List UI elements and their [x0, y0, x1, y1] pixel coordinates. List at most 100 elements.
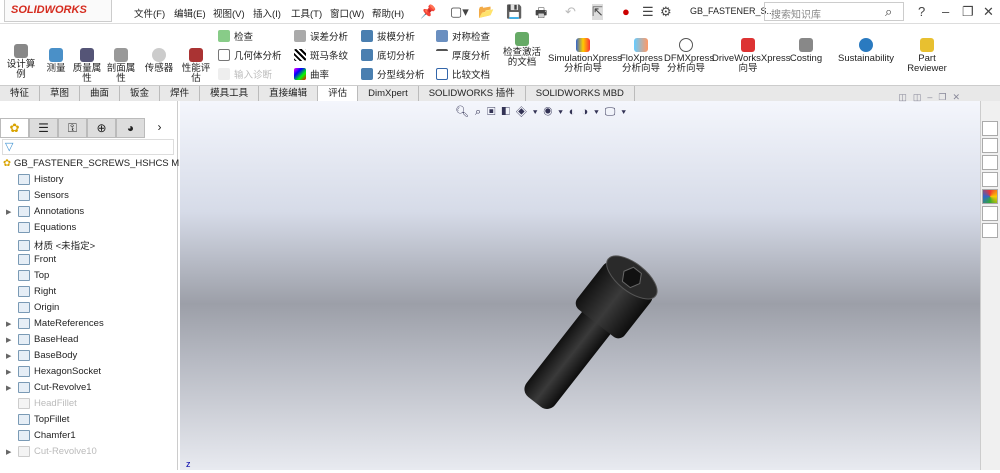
forum-icon[interactable]	[982, 223, 998, 238]
expand-arrow-icon[interactable]: ▶	[6, 448, 18, 456]
dfmxpress-button[interactable]: DFMXpress分析向导	[664, 38, 714, 74]
parting-line-analysis-button[interactable]: 分型线分析	[361, 67, 425, 81]
minimize-button[interactable]: –	[942, 4, 949, 19]
compare-documents-button[interactable]: 比较文档	[436, 67, 490, 81]
menu-insert[interactable]: 插入(I)	[253, 6, 281, 20]
tree-item[interactable]: 材质 <未指定>	[6, 238, 95, 252]
property-manager-tab-icon[interactable]: ☰	[29, 118, 58, 138]
menu-window[interactable]: 窗口(W)	[330, 6, 364, 20]
thickness-analysis-button[interactable]: 厚度分析	[436, 48, 490, 62]
undo-icon[interactable]: ↶	[565, 4, 576, 20]
menu-edit[interactable]: 编辑(E)	[174, 6, 206, 20]
tree-item[interactable]: Right	[6, 286, 56, 297]
section-properties-button[interactable]: 剖面属性	[106, 48, 136, 84]
view-palette-icon[interactable]	[982, 172, 998, 187]
search-icon[interactable]: ⌕	[885, 4, 892, 20]
custom-properties-icon[interactable]	[982, 206, 998, 221]
tab-sheet-metal[interactable]: 钣金	[120, 86, 161, 101]
deviation-analysis-button[interactable]: 误差分析	[294, 29, 348, 43]
print-icon[interactable]: 🖶	[535, 4, 547, 26]
check-active-document-button[interactable]: 检查激活的文档	[500, 32, 544, 68]
import-diagnostics-button[interactable]: 输入诊断	[218, 67, 272, 81]
tree-item[interactable]: ▶ MateReferences	[6, 318, 104, 329]
sustainability-button[interactable]: Sustainability	[836, 38, 896, 64]
file-explorer-icon[interactable]	[982, 155, 998, 170]
tree-item[interactable]: ▶ Cut-Revolve10	[6, 446, 97, 457]
solidworks-logo[interactable]: SOLIDWORKS	[4, 0, 112, 22]
tree-item[interactable]: ▶ BaseHead	[6, 334, 78, 345]
zebra-stripes-button[interactable]: 斑马条纹	[294, 48, 348, 62]
expand-arrow-icon[interactable]: ▶	[6, 320, 18, 328]
tree-item[interactable]: Equations	[6, 222, 76, 233]
tree-item[interactable]: History	[6, 174, 64, 185]
new-doc-icon[interactable]: ▢▾	[450, 4, 469, 20]
part-reviewer-button[interactable]: Part Reviewer	[904, 38, 950, 74]
file-properties-icon[interactable]: ☰	[642, 4, 654, 20]
search-knowledge-input[interactable]: 搜索知识库	[764, 2, 904, 21]
curvature-button[interactable]: 曲率	[294, 67, 329, 81]
expand-arrow-icon[interactable]: ▶	[6, 384, 18, 392]
tab-solidworks-addins[interactable]: SOLIDWORKS 插件	[419, 86, 526, 101]
tab-dimxpert[interactable]: DimXpert	[358, 86, 419, 101]
design-study-button[interactable]: 设计算例	[4, 44, 38, 80]
simulationxpress-button[interactable]: SimulationXpress分析向导	[548, 38, 622, 74]
costing-button[interactable]: Costing	[788, 38, 824, 64]
tab-sketch[interactable]: 草图	[40, 86, 81, 101]
tab-weldments[interactable]: 焊件	[160, 86, 201, 101]
restore-button[interactable]: ❐	[962, 4, 974, 20]
rebuild-icon[interactable]: ●	[622, 4, 630, 19]
tab-surfaces[interactable]: 曲面	[80, 86, 121, 101]
draft-analysis-button[interactable]: 拔模分析	[361, 29, 415, 43]
display-manager-tab-icon[interactable]: ◕	[116, 118, 145, 138]
home-icon[interactable]	[982, 121, 998, 136]
dimxpert-manager-tab-icon[interactable]: ⊕	[87, 118, 116, 138]
symmetry-check-button[interactable]: 对称检查	[436, 29, 490, 43]
tree-item[interactable]: Origin	[6, 302, 59, 313]
tree-item[interactable]: Front	[6, 254, 56, 265]
help-icon[interactable]: ?	[918, 4, 925, 19]
expand-arrow-icon[interactable]: ▶	[6, 208, 18, 216]
tree-item[interactable]: HeadFillet	[6, 398, 77, 409]
tab-mold-tools[interactable]: 模具工具	[200, 86, 260, 101]
tree-item[interactable]: ▶ Annotations	[6, 206, 84, 217]
close-button[interactable]: ✕	[983, 4, 994, 20]
tab-evaluate[interactable]: 评估	[318, 86, 359, 101]
tree-item[interactable]: ▶ Cut-Revolve1	[6, 382, 92, 393]
expand-arrow-icon[interactable]: ▶	[6, 336, 18, 344]
menu-view[interactable]: 视图(V)	[213, 6, 245, 20]
tree-item[interactable]: Chamfer1	[6, 430, 76, 441]
driveworksxpress-button[interactable]: DriveWorksXpress向导	[712, 38, 790, 74]
bolt-model[interactable]: z	[180, 101, 980, 470]
options-gear-icon[interactable]: ⚙	[660, 4, 672, 20]
configuration-manager-tab-icon[interactable]: ⚿	[58, 118, 87, 138]
viewport-window-controls[interactable]: ◫◫–❐✕	[898, 92, 966, 103]
tree-root-part[interactable]: ✿ GB_FASTENER_SCREWS_HSHCS M122	[3, 158, 195, 169]
tree-item[interactable]: ▶ BaseBody	[6, 350, 77, 361]
performance-evaluation-button[interactable]: 性能评估	[180, 48, 212, 84]
check-button[interactable]: 检查	[218, 29, 253, 43]
undercut-analysis-button[interactable]: 底切分析	[361, 48, 415, 62]
graphics-viewport[interactable]: 🔍︎⌕▣◧◈▾◉▾◐◑▾🖵▾ ◫◫–❐✕ z	[180, 92, 980, 470]
tab-features[interactable]: 特征	[0, 86, 41, 101]
open-icon[interactable]: 📂	[478, 4, 494, 20]
tab-solidworks-mbd[interactable]: SOLIDWORKS MBD	[526, 86, 635, 101]
pin-icon[interactable]: 📌	[420, 4, 436, 20]
menu-tools[interactable]: 工具(T)	[291, 6, 322, 20]
geometry-analysis-button[interactable]: 几何体分析	[218, 48, 282, 62]
expand-arrow-icon[interactable]: ▶	[6, 368, 18, 376]
measure-button[interactable]: 测量	[42, 48, 70, 74]
mass-properties-button[interactable]: 质量属性	[72, 48, 102, 84]
tab-direct-editing[interactable]: 直接编辑	[259, 86, 319, 101]
feature-manager-tab-icon[interactable]: ✿	[0, 118, 29, 138]
expand-arrow-icon[interactable]: ▶	[6, 352, 18, 360]
menu-file[interactable]: 文件(F)	[134, 6, 165, 20]
sensor-button[interactable]: 传感器	[142, 48, 176, 74]
filter-icon[interactable]: ▽	[2, 139, 174, 155]
heads-up-view-toolbar[interactable]: 🔍︎⌕▣◧◈▾◉▾◐◑▾🖵▾	[455, 105, 632, 119]
tree-item[interactable]: Sensors	[6, 190, 69, 201]
tree-item[interactable]: ▶ HexagonSocket	[6, 366, 101, 377]
appearances-icon[interactable]	[982, 189, 998, 204]
tree-item[interactable]: TopFillet	[6, 414, 69, 425]
menu-help[interactable]: 帮助(H)	[372, 6, 404, 20]
expand-tabs-chevron-icon[interactable]: ›	[145, 118, 174, 138]
